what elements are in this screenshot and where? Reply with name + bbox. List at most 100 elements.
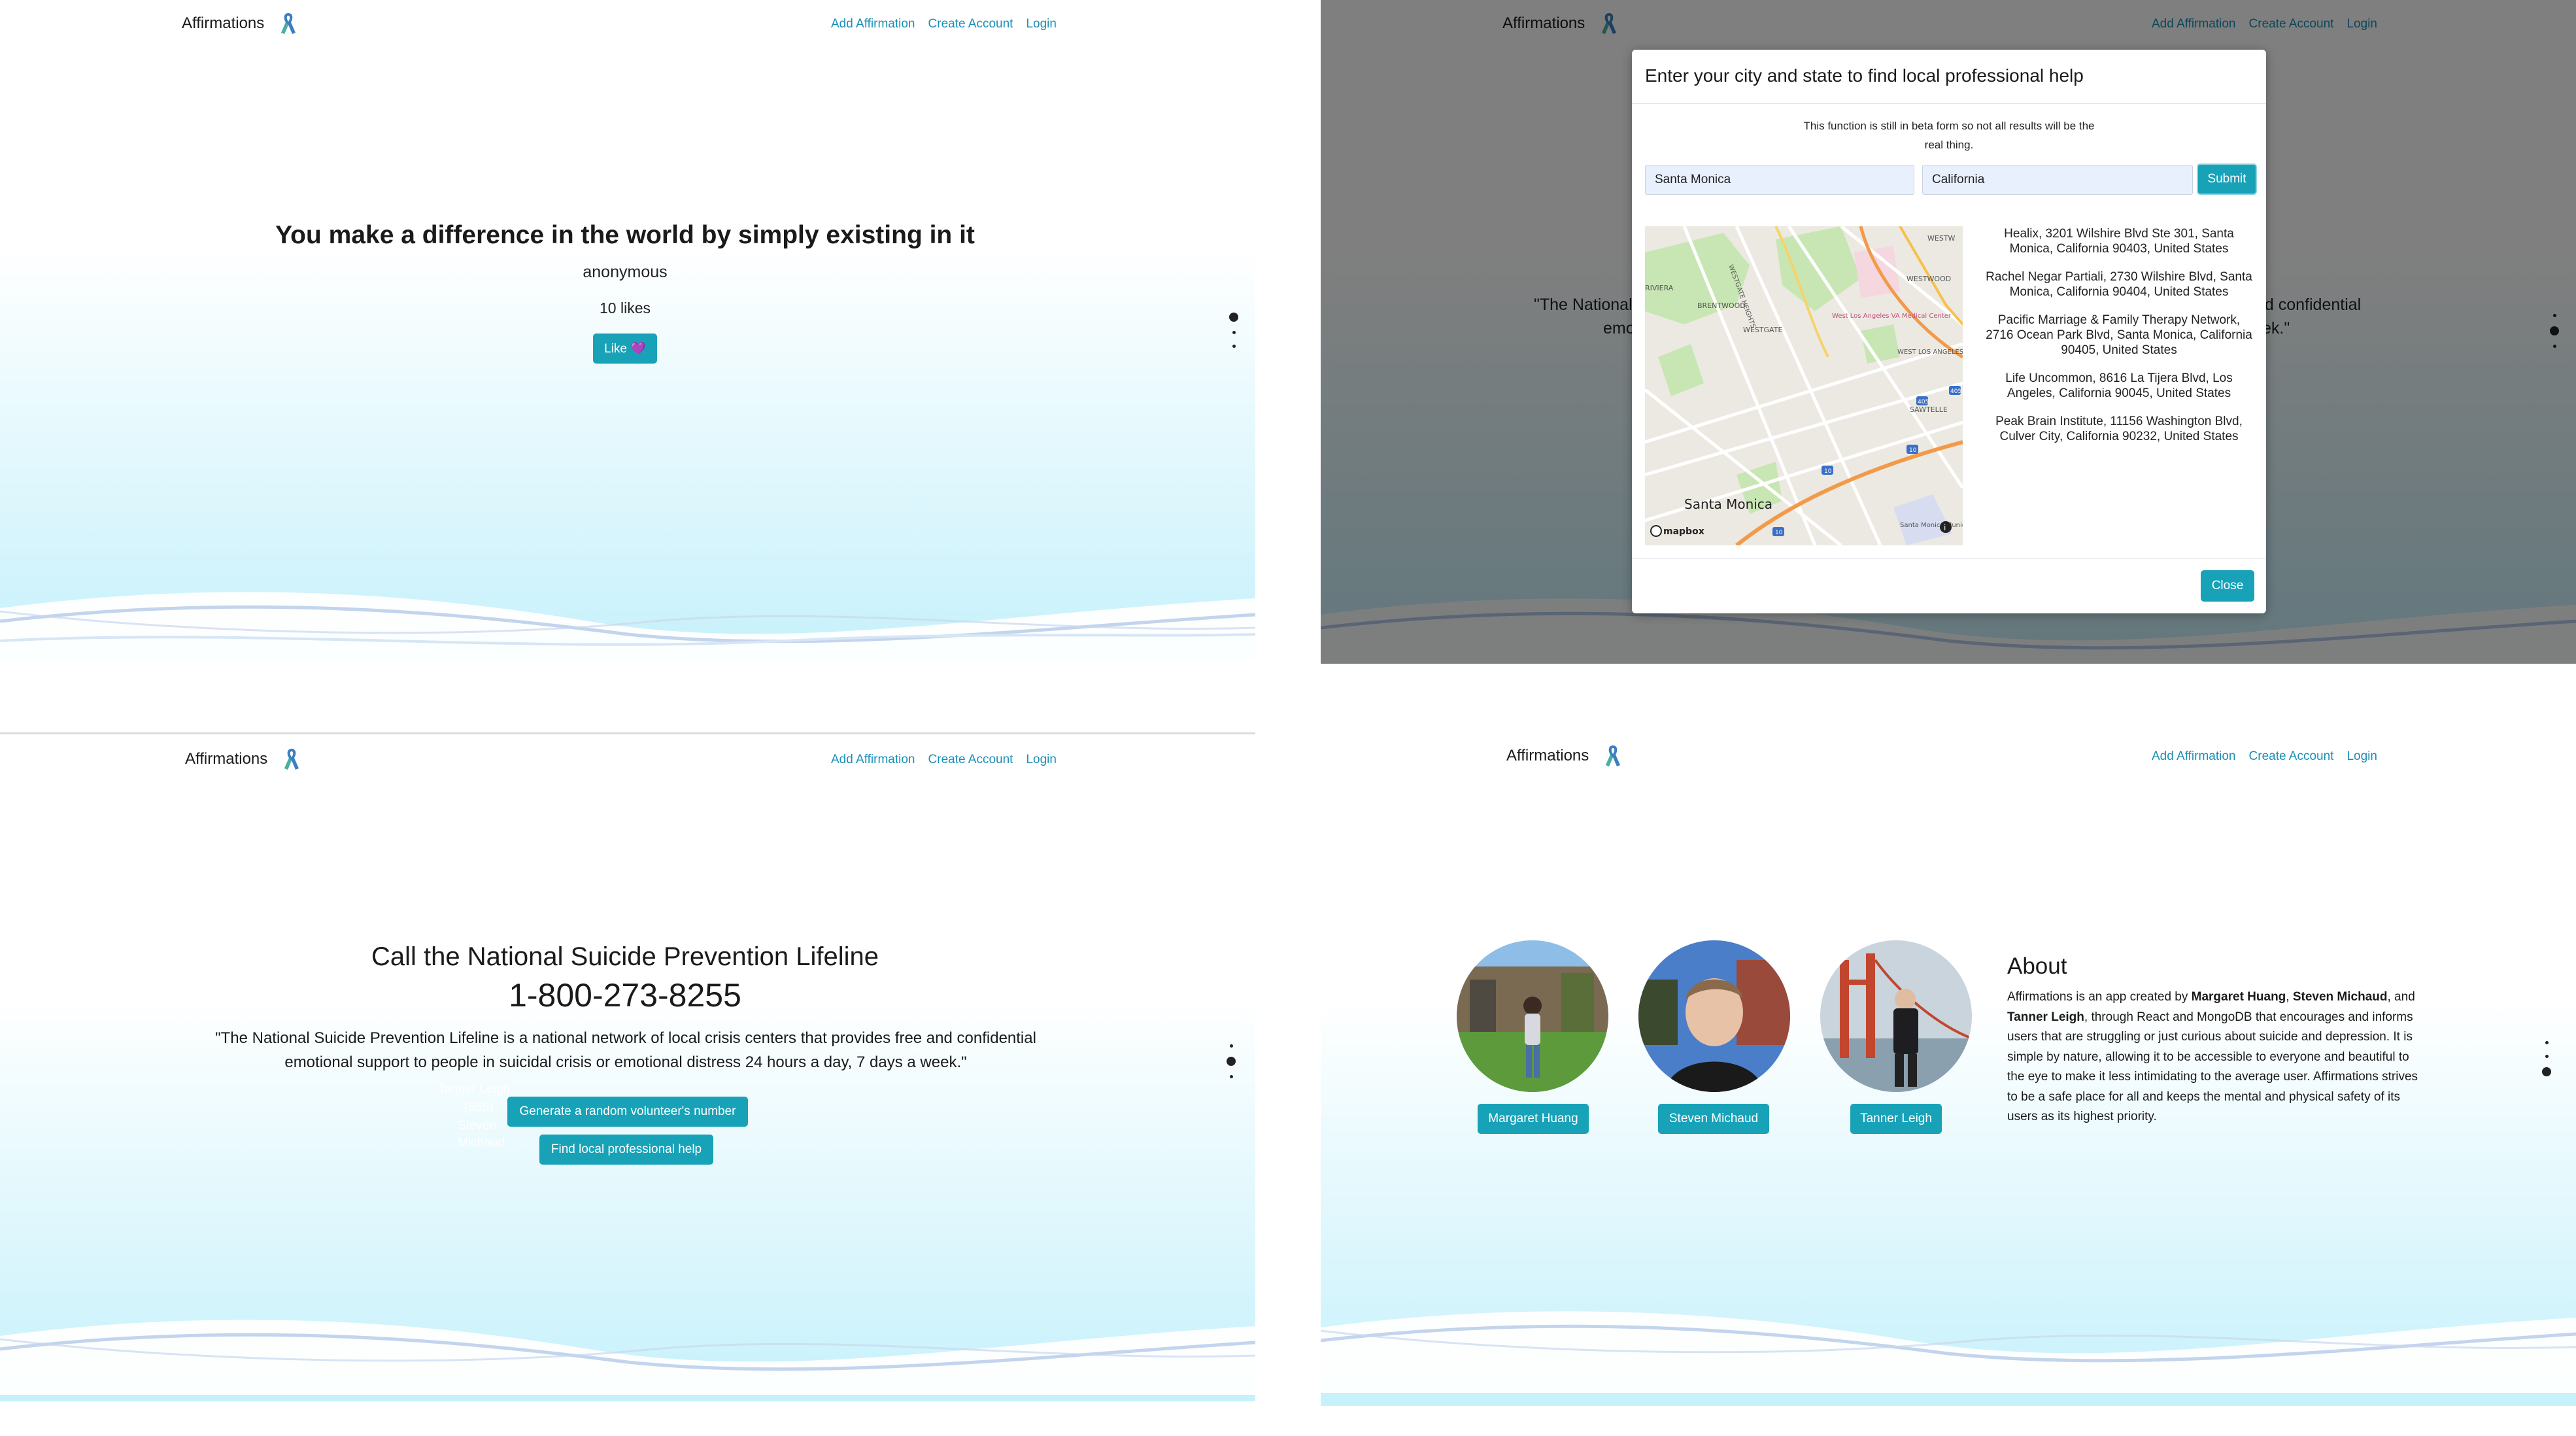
navbar: Affirmations Add Affirmation Create Acco… [0,747,1255,780]
map-label-sawtelle: SAWTELLE [1910,405,1948,414]
map-shield-1: 405 [1950,388,1961,395]
section-dot-3[interactable] [2542,1067,2551,1076]
map-label-riviera: RIVIERA [1645,284,1674,292]
affirmation-text: You make a difference in the world by si… [275,221,975,249]
map-shield-3: 10 [1909,447,1917,454]
nav-links: Add Affirmation Create Account Login [2152,749,2377,764]
map-label-santa-monica: Santa Monica [1684,496,1772,512]
mapbox-logo-icon [1650,525,1662,537]
section-dot-3[interactable] [1232,345,1236,348]
volunteer-ghost-name: Tanner Leigh [438,1082,510,1096]
brand-name[interactable]: Affirmations [185,750,267,768]
map-shield-5: 405 [1918,399,1929,405]
section-dot-2[interactable] [1227,1057,1236,1066]
result-item: Pacific Marriage & Family Therapy Networ… [1986,313,2252,357]
nav-links: Add Affirmation Create Account Login [831,17,1057,31]
modal-title: Enter your city and state to find local … [1645,65,2084,86]
team-button-tanner[interactable]: Tanner Leigh [1850,1104,1942,1134]
map-label-airport: Santa Monica Municipal Airport [1900,522,1963,529]
nav-create-account[interactable]: Create Account [928,17,1013,31]
section-dot-1[interactable] [1229,1044,1233,1048]
team-photo-tanner [1820,940,1972,1092]
wave-decoration [1321,1311,2576,1393]
result-item: Peak Brain Institute, 11156 Washington B… [1995,415,2243,443]
volunteer-ghost-first: Steven [458,1119,497,1133]
section-dot-2[interactable] [2545,1055,2549,1058]
section-dot-3[interactable] [1229,1075,1233,1078]
nav-login[interactable]: Login [1026,753,1057,767]
nav-login[interactable]: Login [1026,17,1057,31]
team-photo-steven [1638,940,1790,1092]
brand[interactable]: Affirmations [1506,744,1623,768]
about-title: About [2007,953,2067,979]
ribbon-icon [284,749,299,770]
map-label-westwood: WESTWOOD [1907,275,1951,283]
ribbon-icon [281,13,296,34]
map-label-brentwood: BRENTWOOD [1697,301,1746,310]
nav-create-account[interactable]: Create Account [2249,749,2334,764]
about-text-2: , [2286,990,2293,1004]
map-label-westw: WESTW [1927,234,1956,243]
section-dots [1227,1039,1236,1084]
volunteer-ghost-number: (555) [464,1101,494,1114]
about-screen: Affirmations Add Affirmation Create Acco… [1321,726,2576,1436]
affirmation-author: anonymous [583,263,668,281]
volunteer-ghost-last: Michaud [458,1136,505,1150]
lifeline-screen: Affirmations Add Affirmation Create Acco… [0,732,1255,1436]
nav-create-account[interactable]: Create Account [928,753,1013,767]
ribbon-icon [1606,745,1621,766]
brand-name[interactable]: Affirmations [182,14,264,33]
team-button-steven[interactable]: Steven Michaud [1658,1104,1769,1134]
wave-decoration [0,1320,1255,1395]
lifeline-phone[interactable]: 1-800-273-8255 [0,976,1250,1014]
results-map[interactable]: WESTGATE HEIGHTS BRENTWOOD RIVIERA WESTG… [1645,226,1963,545]
section-dot-1[interactable] [1229,313,1238,322]
nav-login[interactable]: Login [2347,749,2377,764]
navbar: Affirmations Add Affirmation Create Acco… [1321,744,2576,777]
nav-links: Add Affirmation Create Account Login [831,753,1057,767]
mapbox-attribution[interactable]: mapbox [1663,526,1704,537]
lifeline-quote: "The National Suicide Prevention Lifelin… [215,1029,1036,1071]
map-shield-4: 10 [1775,530,1783,536]
section-dots [1229,309,1238,353]
team-member: Margaret Huang [1457,940,1610,1134]
nav-add-affirmation[interactable]: Add Affirmation [831,17,915,31]
map-info-glyph: i [1944,523,1946,532]
brand[interactable]: Affirmations [185,747,301,771]
map-graphic: WESTGATE HEIGHTS BRENTWOOD RIVIERA WESTG… [1645,226,1963,545]
results-list: Healix, 3201 Wilshire Blvd Ste 301, Sant… [1985,226,2253,457]
about-text-4: , through React and MongoDB that encoura… [2007,1010,2418,1124]
team-button-margaret[interactable]: Margaret Huang [1478,1104,1589,1134]
state-input[interactable] [1922,165,2193,195]
nav-add-affirmation[interactable]: Add Affirmation [2152,749,2236,764]
nav-add-affirmation[interactable]: Add Affirmation [831,753,915,767]
submit-button[interactable]: Submit [2197,163,2257,195]
brand-name[interactable]: Affirmations [1506,747,1589,765]
like-button[interactable]: Like 💜 [593,333,657,364]
close-button[interactable]: Close [2201,570,2254,602]
affirmation-screen: Affirmations Add Affirmation Create Acco… [0,0,1255,726]
modal-divider [1632,103,2266,104]
result-item: Healix, 3201 Wilshire Blvd Ste 301, Sant… [2004,227,2234,256]
section-dot-2[interactable] [1232,331,1236,334]
lifeline-heading: Call the National Suicide Prevention Lif… [371,942,879,971]
modal-footer-divider [1632,558,2266,559]
section-dots [2542,1036,2551,1080]
beta-note: This function is still in beta form so n… [1803,120,2095,151]
about-name-tanner: Tanner Leigh [2007,1010,2084,1024]
about-name-margaret: Margaret Huang [2191,990,2286,1004]
generate-volunteer-button[interactable]: Generate a random volunteer's number [507,1097,748,1127]
map-label-west-la: WEST LOS ANGELES [1897,349,1963,356]
section-dot-1[interactable] [2545,1041,2549,1044]
like-count: 10 likes [600,299,651,316]
city-input[interactable] [1645,165,1914,195]
about-text-3: , and [2387,990,2415,1004]
find-local-help-button[interactable]: Find local professional help [539,1135,713,1165]
map-shield-2: 10 [1824,468,1832,475]
find-help-modal: Enter your city and state to find local … [1632,50,2266,613]
map-label-va-center: West Los Angeles VA Medical Center [1832,313,1952,320]
brand[interactable]: Affirmations [182,12,298,35]
result-item: Rachel Negar Partiali, 2730 Wilshire Blv… [1986,270,2252,299]
navbar: Affirmations Add Affirmation Create Acco… [0,12,1255,44]
about-name-steven: Steven Michaud [2292,990,2388,1004]
